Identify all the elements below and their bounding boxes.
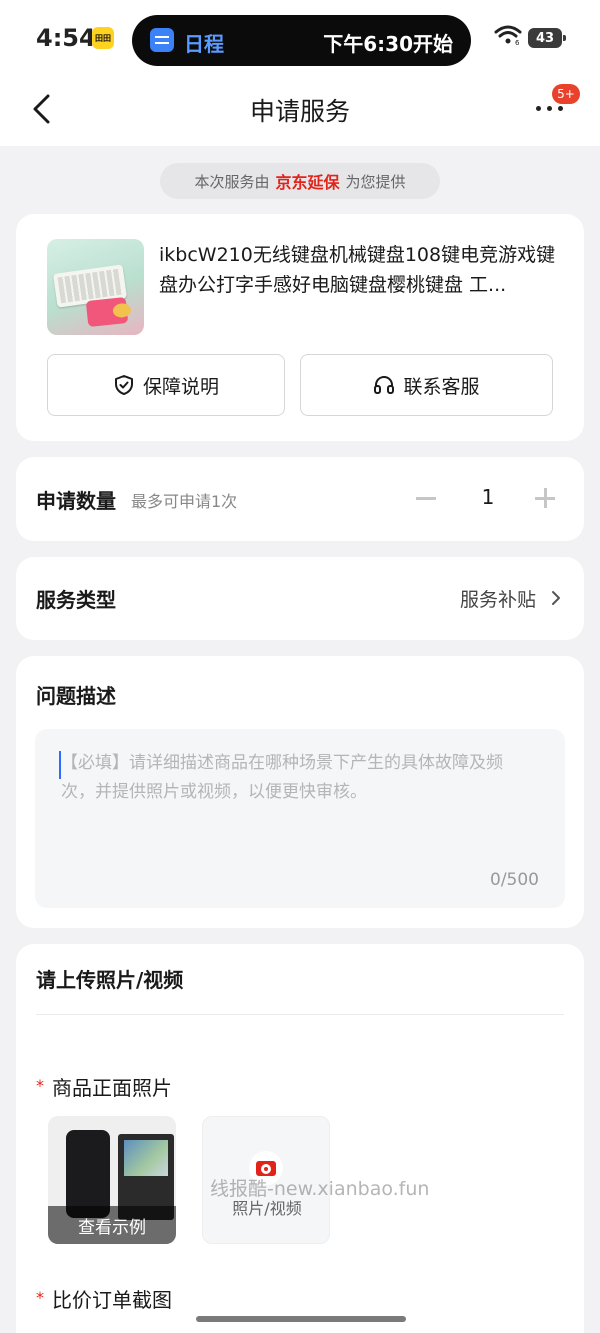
compare-order-label: 比价订单截图 xyxy=(52,1288,172,1312)
service-type-label: 服务类型 xyxy=(36,588,116,612)
character-counter: 0/500 xyxy=(490,870,539,890)
product-image[interactable] xyxy=(47,239,144,335)
front-photo-label: 商品正面照片 xyxy=(52,1076,172,1100)
service-provider-banner: 本次服务由 京东延保 为您提供 xyxy=(160,163,440,199)
calendar-icon xyxy=(150,28,174,52)
required-asterisk: * xyxy=(36,1288,44,1307)
divider xyxy=(36,1014,564,1015)
service-type-row[interactable]: 服务类型 服务补贴 xyxy=(16,557,584,640)
guarantee-info-button[interactable]: 保障说明 xyxy=(47,354,285,416)
provider-suffix: 为您提供 xyxy=(345,172,406,191)
description-placeholder: 【必填】请详细描述商品在哪种场景下产生的具体故障及频次，并提供照片或视频，以便更… xyxy=(61,753,503,802)
front-photo-field-label: * 商品正面照片 xyxy=(36,1072,172,1101)
dynamic-island[interactable]: 日程 下午6:30开始 xyxy=(132,15,471,66)
chevron-right-icon xyxy=(552,591,560,605)
wifi-icon: 6 xyxy=(494,25,522,46)
view-sample-label: 查看示例 xyxy=(48,1206,176,1244)
contact-service-button[interactable]: 联系客服 xyxy=(300,354,553,416)
notification-app-icon: 田田 xyxy=(92,27,114,49)
island-event-time: 下午6:30开始 xyxy=(323,32,453,56)
provider-brand: 京东延保 xyxy=(275,173,340,192)
service-type-value: 服务补贴 xyxy=(459,589,536,611)
more-dots-icon xyxy=(536,106,563,111)
headset-icon xyxy=(374,375,395,394)
quantity-label: 申请数量 xyxy=(36,489,116,513)
required-asterisk: * xyxy=(36,1076,44,1095)
contact-label: 联系客服 xyxy=(403,375,480,398)
status-bar: 4:54 田田 日程 下午6:30开始 6 43 xyxy=(0,0,600,78)
description-label: 问题描述 xyxy=(36,684,116,708)
quantity-value: 1 xyxy=(481,485,495,509)
quantity-card: 申请数量 最多可申请1次 1 xyxy=(16,457,584,541)
description-textarea[interactable]: 【必填】请详细描述商品在哪种场景下产生的具体故障及频次，并提供照片或视频，以便更… xyxy=(35,729,565,908)
product-card: ikbcW210无线键盘机械键盘108键电竞游戏键盘办公打字手感好电脑键盘樱桃键… xyxy=(16,214,584,441)
battery-indicator: 43 xyxy=(528,28,566,48)
quantity-hint: 最多可申请1次 xyxy=(131,492,238,511)
upload-section-title: 请上传照片/视频 xyxy=(36,968,184,992)
nav-bar: 申请服务 xyxy=(0,78,600,146)
product-title: ikbcW210无线键盘机械键盘108键电竞游戏键盘办公打字手感好电脑键盘樱桃键… xyxy=(159,244,556,296)
provider-prefix: 本次服务由 xyxy=(194,172,270,191)
sample-photo-thumbnail[interactable]: 查看示例 xyxy=(48,1116,176,1244)
message-count-badge: 5+ xyxy=(552,84,580,104)
svg-text:6: 6 xyxy=(515,39,520,46)
compare-order-field-label: * 比价订单截图 xyxy=(36,1284,172,1313)
quantity-decrease-button[interactable] xyxy=(416,497,436,500)
clock: 4:54 xyxy=(36,24,96,52)
problem-description-card: 问题描述 【必填】请详细描述商品在哪种场景下产生的具体故障及频次，并提供照片或视… xyxy=(16,656,584,928)
upload-card: 请上传照片/视频 * 商品正面照片 查看示例 照片/视频 * 比价订单截图 xyxy=(16,944,584,1333)
island-app-name: 日程 xyxy=(184,32,224,56)
page-title: 申请服务 xyxy=(249,97,350,126)
quantity-increase-button[interactable] xyxy=(535,488,555,508)
home-indicator[interactable] xyxy=(196,1316,406,1322)
guarantee-label: 保障说明 xyxy=(142,375,219,398)
shield-check-icon xyxy=(114,375,133,395)
watermark-text: 线报酷-new.xianbao.fun xyxy=(210,1178,430,1200)
